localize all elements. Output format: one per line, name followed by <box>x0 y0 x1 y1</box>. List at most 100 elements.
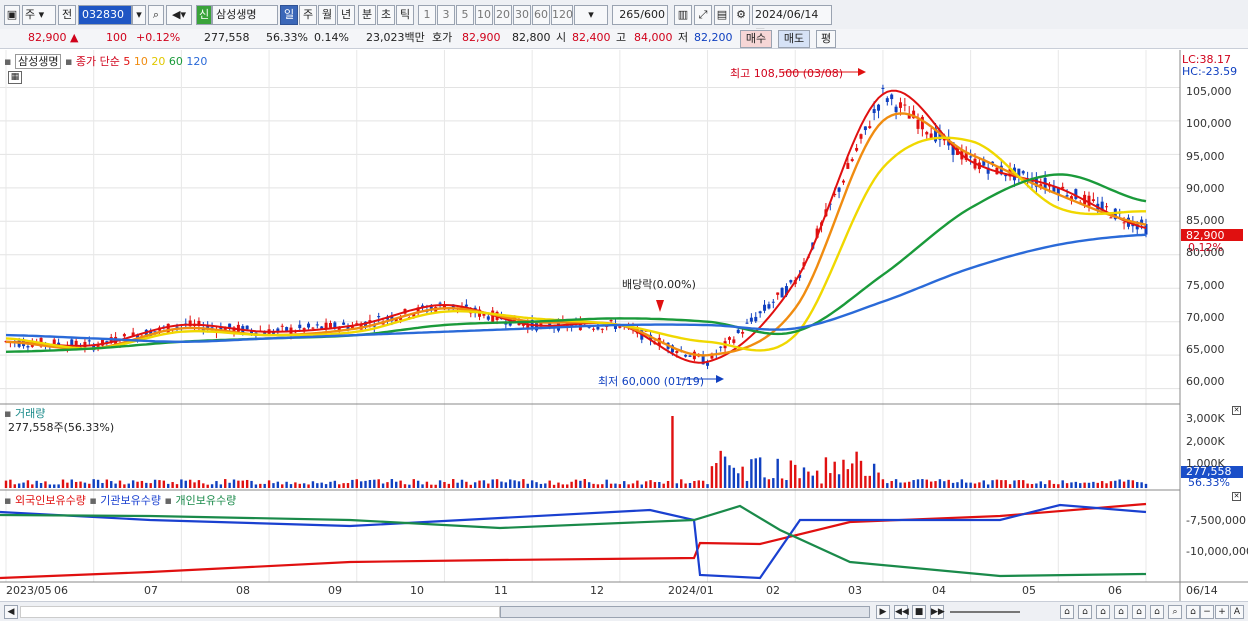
volume-bar <box>737 473 740 488</box>
interval-3[interactable]: 3 <box>437 5 455 25</box>
volume-bar <box>153 479 157 488</box>
interval-60[interactable]: 60 <box>532 5 550 25</box>
tool-icon[interactable]: ⌂ <box>1096 605 1110 619</box>
sell-button[interactable]: 매도 <box>778 30 810 48</box>
tool-icon[interactable]: ⌂ <box>1060 605 1074 619</box>
volume-bar <box>623 481 626 488</box>
volume-bar <box>259 483 262 488</box>
tab-period-day[interactable]: 일 <box>280 5 298 25</box>
volume-bar <box>789 460 793 488</box>
volume-bar <box>105 479 109 488</box>
scroll-track[interactable] <box>20 606 500 618</box>
search-icon[interactable]: ⌕ <box>148 5 164 25</box>
volume-bar <box>188 479 192 488</box>
volume-bar <box>943 481 946 488</box>
volume-bar <box>1100 481 1104 488</box>
save-icon[interactable]: ▤ <box>714 5 730 25</box>
volume-bar <box>96 479 100 488</box>
scroll-left-icon[interactable]: ◀ <box>4 605 18 619</box>
volume-bar <box>552 484 556 488</box>
scroll-thumb[interactable] <box>500 606 870 618</box>
tool-icon[interactable]: ⌂ <box>1078 605 1092 619</box>
count-input[interactable]: 265/600 <box>612 5 668 25</box>
volume-bar <box>425 481 429 488</box>
bid-price: 82,900 <box>462 31 501 44</box>
candle-body <box>780 287 784 298</box>
volume-bar <box>101 482 104 488</box>
interval-30[interactable]: 30 <box>513 5 531 25</box>
volume-bar <box>491 479 494 488</box>
interval-1[interactable]: 1 <box>418 5 436 25</box>
stock-name[interactable]: 삼성생명 <box>212 5 278 25</box>
tab-period-tick[interactable]: 틱 <box>396 5 414 25</box>
tab-period-year[interactable]: 년 <box>337 5 355 25</box>
fast-forward-icon[interactable]: ▶▶ <box>930 605 945 619</box>
volume-bar <box>522 479 525 488</box>
square-icon: ▪ <box>164 494 172 507</box>
volume-bar <box>798 478 801 488</box>
tab-period-second[interactable]: 초 <box>377 5 395 25</box>
candle-icon[interactable]: ▥ <box>674 5 692 25</box>
volume-bar <box>57 484 60 488</box>
holding-legend: ▪ 외국인보유수량 ▪ 기관보유수량 ▪ 개인보유수량 <box>4 492 236 508</box>
text-icon[interactable]: A <box>1230 605 1244 619</box>
volume-bar <box>986 484 990 488</box>
volume-bar <box>706 484 709 488</box>
x-tick: 06 <box>1108 584 1122 597</box>
volume-bar <box>938 479 942 488</box>
volume-bar <box>947 479 950 488</box>
tab-period-week[interactable]: 주 <box>299 5 317 25</box>
candle-body <box>754 316 758 322</box>
volume-bar <box>1140 482 1143 488</box>
volume-bar <box>88 483 91 488</box>
volume-bar <box>614 483 617 488</box>
speaker-icon[interactable]: ◀▾ <box>166 5 192 25</box>
period-select[interactable]: 주 ▾ <box>22 5 56 25</box>
candle-body <box>885 98 889 102</box>
interval-20[interactable]: 20 <box>494 5 512 25</box>
candle-body <box>122 334 126 337</box>
tab-period-month[interactable]: 월 <box>318 5 336 25</box>
gear-icon[interactable]: ⚙ <box>732 5 750 25</box>
tool-icon[interactable]: ⌂ <box>1186 605 1200 619</box>
tool-icon[interactable]: ⌂ <box>1114 605 1128 619</box>
search-icon[interactable]: ⌕ <box>1168 605 1182 619</box>
interval-10[interactable]: 10 <box>475 5 493 25</box>
eval-button[interactable]: 평 <box>816 30 836 48</box>
zoom-slider[interactable] <box>950 611 1020 613</box>
window-icon[interactable]: ▣ <box>4 5 20 25</box>
volume-bar <box>473 482 477 488</box>
stop-icon[interactable]: ■ <box>912 605 926 619</box>
interval-select[interactable]: ▾ <box>574 5 608 25</box>
interval-5[interactable]: 5 <box>456 5 474 25</box>
volume-bar <box>316 483 319 488</box>
chevron-down-icon[interactable]: ▾ <box>132 5 146 25</box>
volume-bar <box>991 480 994 488</box>
prev-button[interactable]: 전 <box>58 5 76 25</box>
volume-bar <box>430 484 433 488</box>
candle-body <box>311 327 315 329</box>
scroll-right-icon[interactable]: ▶ <box>876 605 890 619</box>
stock-code-input[interactable]: 032830 <box>78 5 132 25</box>
volume-bar <box>715 463 718 488</box>
calculator-icon[interactable]: ▦ <box>8 71 22 84</box>
volume-bar <box>929 481 933 488</box>
interval-120[interactable]: 120 <box>551 5 573 25</box>
zoom-out-icon[interactable]: − <box>1200 605 1214 619</box>
volume-bar <box>1092 481 1095 488</box>
volume-bar <box>934 481 937 488</box>
date-field[interactable]: 2024/06/14 ▦ <box>752 5 832 39</box>
tool-icon[interactable]: ⌂ <box>1150 605 1164 619</box>
tab-period-minute[interactable]: 분 <box>358 5 376 25</box>
buy-button[interactable]: 매수 <box>740 30 772 48</box>
close-icon[interactable]: ✕ <box>1232 406 1241 415</box>
chart-area[interactable] <box>0 50 1248 601</box>
close-icon[interactable]: ✕ <box>1232 492 1241 501</box>
horizontal-scrollbar[interactable]: ◀ ▶ ◀◀ ■ ▶▶ ⌂ ⌂ ⌂ ⌂ ⌂ ⌂ ⌕ ⌂ − + A <box>0 601 1248 621</box>
tool-icon[interactable]: ⌂ <box>1132 605 1146 619</box>
rewind-icon[interactable]: ◀◀ <box>894 605 909 619</box>
zoom-in-icon[interactable]: + <box>1215 605 1229 619</box>
volume-bar <box>210 484 214 488</box>
volume-bar <box>245 479 249 488</box>
draw-icon[interactable]: ⤢ <box>694 5 712 25</box>
